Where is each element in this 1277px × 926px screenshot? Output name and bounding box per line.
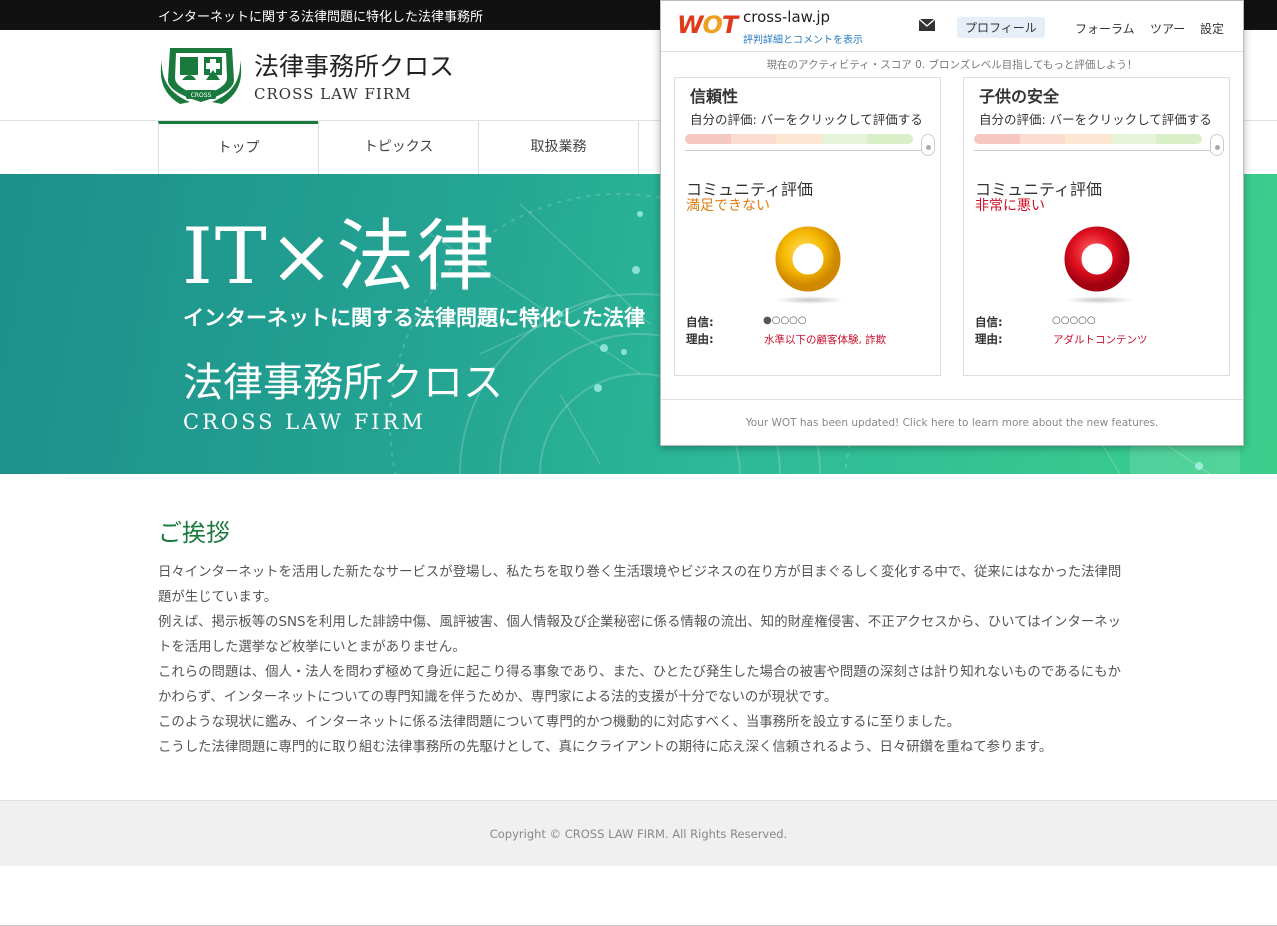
nav-item-practice-areas[interactable]: 取扱業務 [478,121,638,175]
rating-bar[interactable] [974,134,1202,144]
wot-popup: WOT cross-law.jp 評判詳細とコメントを表示 プロフィール フォー… [660,0,1244,446]
hero-firm-name-en: CROSS LAW FIRM [183,410,426,434]
nav-item-topics[interactable]: トピックス [318,121,478,175]
rating-bar-track [974,150,1224,151]
greeting-paragraph: このような現状に鑑み、インターネットに係る法律問題について専門的かつ機動的に対応… [158,715,961,730]
envelope-icon[interactable] [919,19,935,31]
wot-logo[interactable]: WOT [677,11,738,39]
wot-settings-link[interactable]: 設定 [1200,20,1224,37]
wot-domain: cross-law.jp [743,8,831,26]
top-bar-text: インターネットに関する法律問題に特化した法律事務所 [158,10,484,25]
confidence-dots: ○○○○○ [1052,315,1096,326]
wot-panel-trust: 信頼性 自分の評価: バーをクリックして評価する コミュニティ評価 満足できない… [674,77,941,376]
reputation-donut-icon [1064,226,1130,292]
rating-slider-handle[interactable] [921,134,935,156]
site-footer: Copyright © CROSS LAW FIRM. All Rights R… [0,800,1277,866]
reason-label: 理由: [975,332,1003,346]
confidence-dots: ●○○○○ [763,315,807,326]
reason-value: 水準以下の顧客体験, 詐欺 [764,334,887,346]
rating-bar[interactable] [685,134,913,144]
rating-slider-handle[interactable] [1210,134,1224,156]
community-rating-value: 満足できない [686,198,770,214]
wot-profile-button[interactable]: プロフィール [957,17,1045,38]
copyright-text: Copyright © CROSS LAW FIRM. All Rights R… [489,827,788,841]
own-rating-label: 自分の評価: バーをクリックして評価する [979,112,1212,127]
nav-item-top[interactable]: トップ [158,121,318,175]
greeting-paragraph: こうした法律問題に専門的に取り組む法律事務所の先駆けとして、真にクライアントの期… [158,740,1053,755]
greeting-paragraph: 例えば、掲示板等のSNSを利用した誹謗中傷、風評被害、個人情報及び企業秘密に係る… [158,615,1122,655]
community-rating-value: 非常に悪い [975,198,1045,214]
own-rating-label: 自分の評価: バーをクリックして評価する [690,112,923,127]
wot-divider [661,51,1243,52]
wot-panel-child-safety: 子供の安全 自分の評価: バーをクリックして評価する コミュニティ評価 非常に悪… [963,77,1230,376]
greeting-paragraph: これらの問題は、個人・法人を問わず極めて身近に起こり得る事象であり、また、ひとた… [158,665,1121,705]
donut-shadow [775,296,845,304]
reputation-donut-icon [775,226,841,292]
hero-title: IT×法律 [182,212,497,302]
donut-shadow [1064,296,1134,304]
confidence-label: 自信: [686,315,714,329]
panel-title: 子供の安全 [979,87,1060,106]
confidence-label: 自信: [975,315,1003,329]
wot-detail-link[interactable]: 評判詳細とコメントを表示 [743,31,863,46]
firm-name-jp[interactable]: 法律事務所クロス [254,47,454,83]
reason-value: アダルトコンテンツ [1053,334,1148,346]
reason-label: 理由: [686,332,714,346]
greeting-paragraph: 日々インターネットを活用した新たなサービスが登場し、私たちを取り巻く生活環境やビ… [158,565,1122,605]
firm-name-en[interactable]: CROSS LAW FIRM [254,85,411,103]
firm-logo-emblem-icon[interactable]: CROSS [160,40,242,106]
svg-text:CROSS: CROSS [191,92,212,99]
hero-firm-name-jp: 法律事務所クロス [183,360,503,406]
panel-title: 信頼性 [690,87,739,106]
wot-forum-link[interactable]: フォーラム [1075,20,1135,37]
rating-bar-track [685,150,935,151]
wot-tour-link[interactable]: ツアー [1150,20,1185,37]
wot-divider [661,399,1243,400]
greeting-title: ご挨拶 [158,519,230,547]
hero-subtitle: インターネットに関する法律問題に特化した法律 [183,305,645,330]
wot-activity-score: 現在のアクティビティ・スコア 0. ブロンズレベル目指してもっと評価しよう！ [766,59,1138,71]
wot-update-notice[interactable]: Your WOT has been updated! Click here to… [661,417,1243,429]
greeting-body: 日々インターネットを活用した新たなサービスが登場し、私たちを取り巻く生活環境やビ… [158,560,1123,760]
